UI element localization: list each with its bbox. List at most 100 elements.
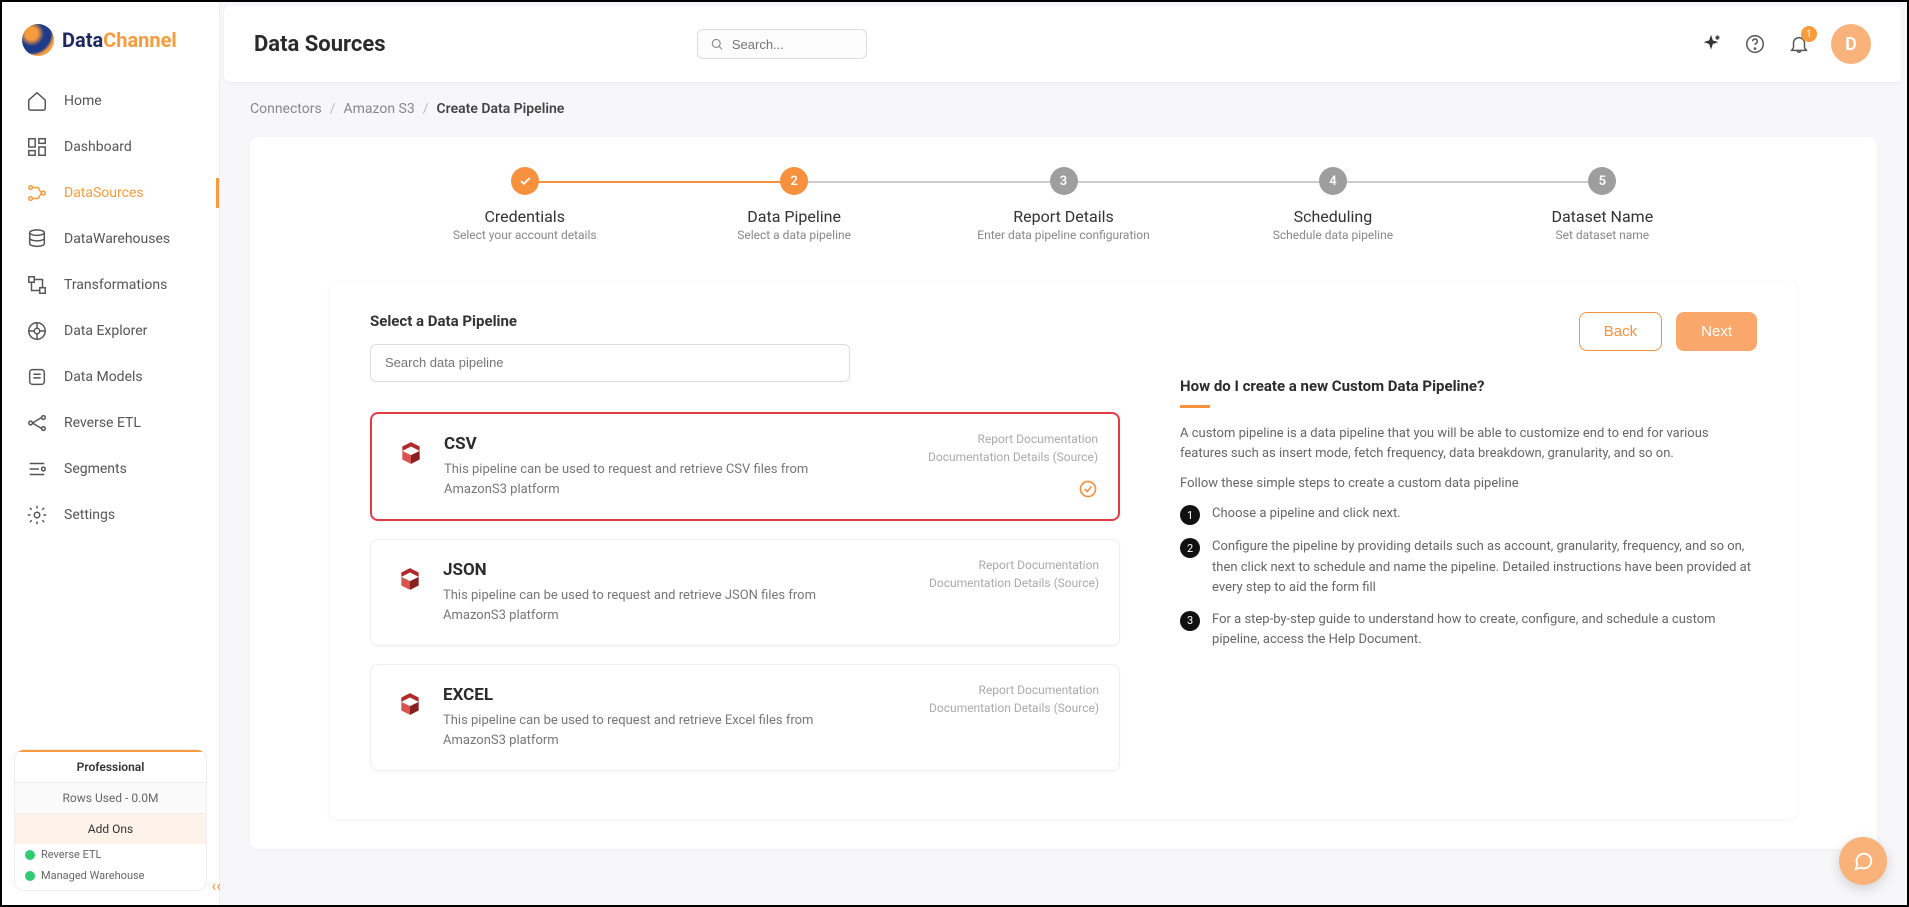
next-button[interactable]: Next bbox=[1676, 312, 1757, 351]
sidebar-item-data-models[interactable]: Data Models bbox=[2, 354, 219, 400]
logo-text-2: Channel bbox=[103, 28, 177, 52]
breadcrumb-connectors[interactable]: Connectors bbox=[250, 101, 322, 117]
notifications-icon[interactable]: 1 bbox=[1787, 32, 1811, 56]
sidebar-item-label: DataSources bbox=[64, 185, 144, 201]
sidebar-item-dashboard[interactable]: Dashboard bbox=[2, 124, 219, 170]
models-icon bbox=[26, 366, 48, 388]
sidebar: DataChannel Home Dashboard DataSources D… bbox=[2, 2, 220, 905]
step-credentials[interactable]: Credentials Select your account details bbox=[390, 167, 659, 242]
sidebar-item-data-explorer[interactable]: Data Explorer bbox=[2, 308, 219, 354]
pipeline-card-excel[interactable]: EXCEL This pipeline can be used to reque… bbox=[370, 664, 1120, 771]
transform-icon bbox=[26, 274, 48, 296]
step-number: 3 bbox=[1050, 167, 1078, 195]
sidebar-item-datasources[interactable]: DataSources bbox=[2, 170, 219, 216]
back-button[interactable]: Back bbox=[1579, 312, 1662, 351]
sidebar-item-label: Settings bbox=[64, 507, 115, 523]
cube-icon bbox=[395, 689, 425, 719]
topbar: Data Sources 1 D bbox=[224, 6, 1901, 83]
step-number bbox=[511, 167, 539, 195]
help-underline bbox=[1180, 405, 1210, 408]
breadcrumb-amazon-s3[interactable]: Amazon S3 bbox=[344, 101, 415, 117]
sidebar-item-settings[interactable]: Settings bbox=[2, 492, 219, 538]
database-icon bbox=[26, 228, 48, 250]
sidebar-item-datawarehouses[interactable]: DataWarehouses bbox=[2, 216, 219, 262]
section-title: Select a Data Pipeline bbox=[370, 312, 1120, 330]
sidebar-item-label: Dashboard bbox=[64, 139, 132, 155]
sidebar-item-reverse-etl[interactable]: Reverse ETL bbox=[2, 400, 219, 446]
selected-check-icon bbox=[1078, 479, 1098, 503]
check-icon bbox=[25, 871, 35, 881]
report-documentation-link[interactable]: Report Documentation bbox=[929, 681, 1099, 699]
cube-icon bbox=[396, 438, 426, 468]
logo-text-1: Data bbox=[62, 28, 103, 52]
pipeline-desc: This pipeline can be used to request and… bbox=[444, 460, 824, 499]
pipeline-desc: This pipeline can be used to request and… bbox=[443, 711, 823, 750]
pipeline-card-csv[interactable]: CSV This pipeline can be used to request… bbox=[370, 412, 1120, 521]
sidebar-item-label: Data Models bbox=[64, 369, 143, 385]
plan-addons[interactable]: Add Ons bbox=[15, 813, 206, 844]
search-icon bbox=[710, 36, 724, 52]
pipeline-search[interactable] bbox=[370, 344, 850, 382]
pipeline-desc: This pipeline can be used to request and… bbox=[443, 586, 823, 625]
pipeline-search-input[interactable] bbox=[385, 355, 835, 370]
breadcrumb: Connectors / Amazon S3 / Create Data Pip… bbox=[250, 101, 1877, 117]
plan-rows: Rows Used - 0.0M bbox=[15, 782, 206, 813]
help-icon[interactable] bbox=[1743, 32, 1767, 56]
logo[interactable]: DataChannel bbox=[2, 16, 219, 78]
notification-badge: 1 bbox=[1801, 26, 1817, 42]
step-report-details[interactable]: 3 Report Details Enter data pipeline con… bbox=[929, 167, 1198, 242]
explorer-icon bbox=[26, 320, 48, 342]
pipeline-card-json[interactable]: JSON This pipeline can be used to reques… bbox=[370, 539, 1120, 646]
segments-icon bbox=[26, 458, 48, 480]
chat-fab[interactable] bbox=[1839, 837, 1887, 885]
plan-card: Professional Rows Used - 0.0M Add Ons Re… bbox=[14, 749, 207, 891]
gear-icon bbox=[26, 504, 48, 526]
step-data-pipeline[interactable]: 2 Data Pipeline Select a data pipeline bbox=[659, 167, 928, 242]
plan-status-managed-warehouse: Managed Warehouse bbox=[15, 865, 206, 890]
collapse-sidebar-button[interactable]: ‹‹ bbox=[211, 876, 221, 895]
step-number: 4 bbox=[1319, 167, 1347, 195]
pipeline-links: Report Documentation Documentation Detai… bbox=[928, 430, 1098, 466]
help-step: 1Choose a pipeline and click next. bbox=[1180, 504, 1757, 525]
sidebar-item-home[interactable]: Home bbox=[2, 78, 219, 124]
pipeline-links: Report Documentation Documentation Detai… bbox=[929, 556, 1099, 592]
chat-icon bbox=[1852, 850, 1874, 872]
stepper: Credentials Select your account details … bbox=[270, 167, 1857, 242]
help-step: 3For a step-by-step guide to understand … bbox=[1180, 610, 1757, 650]
step-dataset-name[interactable]: 5 Dataset Name Set dataset name bbox=[1468, 167, 1737, 242]
documentation-details-link[interactable]: Documentation Details (Source) bbox=[928, 448, 1098, 466]
dashboard-icon bbox=[26, 136, 48, 158]
report-documentation-link[interactable]: Report Documentation bbox=[929, 556, 1099, 574]
step-number: 5 bbox=[1588, 167, 1616, 195]
logo-icon bbox=[22, 24, 54, 56]
sidebar-item-label: Home bbox=[64, 93, 102, 109]
avatar[interactable]: D bbox=[1831, 24, 1871, 64]
page-title: Data Sources bbox=[254, 32, 386, 57]
plan-name: Professional bbox=[15, 750, 206, 782]
reverse-etl-icon bbox=[26, 412, 48, 434]
breadcrumb-current: Create Data Pipeline bbox=[437, 101, 565, 117]
sidebar-item-label: Data Explorer bbox=[64, 323, 147, 339]
report-documentation-link[interactable]: Report Documentation bbox=[928, 430, 1098, 448]
sparkle-icon[interactable] bbox=[1699, 32, 1723, 56]
cube-icon bbox=[395, 564, 425, 594]
check-icon bbox=[25, 850, 35, 860]
sidebar-item-segments[interactable]: Segments bbox=[2, 446, 219, 492]
pipeline-links: Report Documentation Documentation Detai… bbox=[929, 681, 1099, 717]
pipeline-panel: Select a Data Pipeline CSV This pipeline… bbox=[330, 282, 1797, 819]
help-paragraph: A custom pipeline is a data pipeline tha… bbox=[1180, 424, 1757, 464]
documentation-details-link[interactable]: Documentation Details (Source) bbox=[929, 699, 1099, 717]
step-number: 2 bbox=[780, 167, 808, 195]
step-scheduling[interactable]: 4 Scheduling Schedule data pipeline bbox=[1198, 167, 1467, 242]
sidebar-item-label: Transformations bbox=[64, 277, 167, 293]
sidebar-item-transformations[interactable]: Transformations bbox=[2, 262, 219, 308]
search-input[interactable] bbox=[732, 37, 854, 52]
datasources-icon bbox=[26, 182, 48, 204]
sidebar-item-label: Segments bbox=[64, 461, 127, 477]
home-icon bbox=[26, 90, 48, 112]
documentation-details-link[interactable]: Documentation Details (Source) bbox=[929, 574, 1099, 592]
sidebar-item-label: DataWarehouses bbox=[64, 231, 170, 247]
global-search[interactable] bbox=[697, 29, 867, 59]
sidebar-item-label: Reverse ETL bbox=[64, 415, 141, 431]
help-steps: 1Choose a pipeline and click next. 2Conf… bbox=[1180, 504, 1757, 650]
